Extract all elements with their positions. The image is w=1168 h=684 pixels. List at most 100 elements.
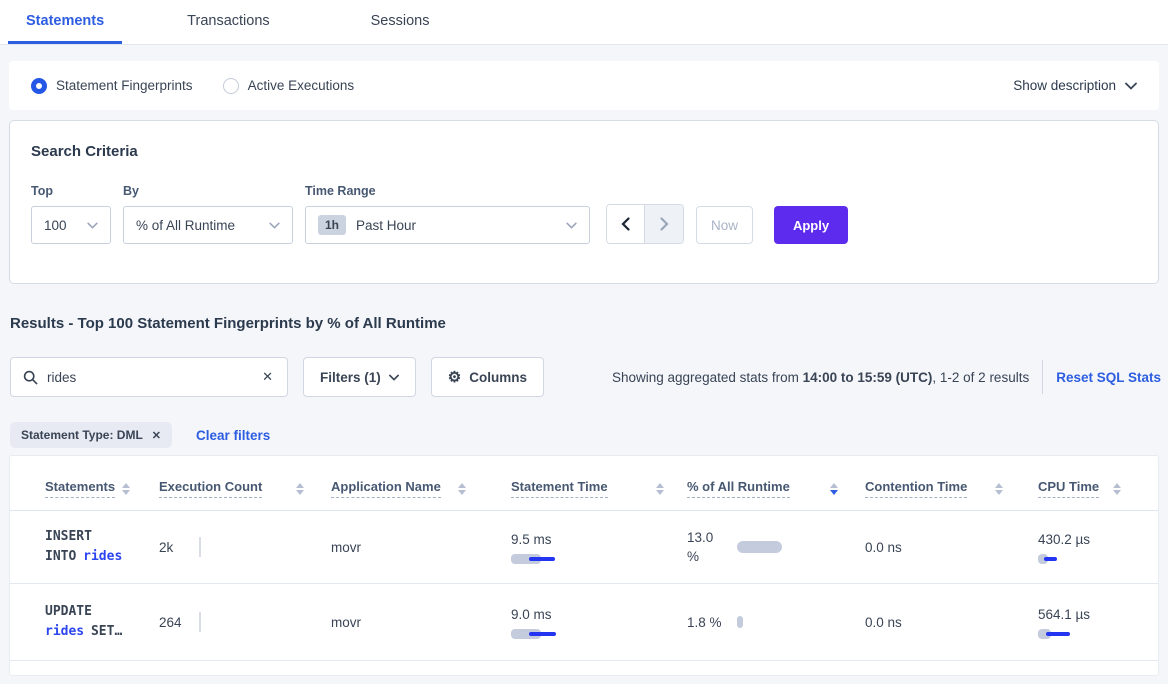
application-name-cell: movr: [322, 540, 502, 555]
search-criteria-panel: Search Criteria Top 100 By % of All Runt…: [9, 120, 1159, 284]
radio-label: Active Executions: [248, 78, 355, 93]
statement-time-bar: [511, 554, 571, 564]
by-label: By: [123, 184, 293, 198]
by-field: By % of All Runtime: [111, 184, 293, 244]
cpu-time-cell: 564.1 µs: [1029, 605, 1125, 639]
statement-link[interactable]: rides: [83, 549, 122, 564]
tab-sessions[interactable]: Sessions: [353, 0, 448, 44]
chevron-down-icon: [389, 374, 399, 381]
top-value: 100: [44, 218, 67, 233]
filter-pill-statement-type[interactable]: Statement Type: DML ✕: [10, 422, 172, 448]
column-header-contention-time[interactable]: Contention Time: [856, 479, 1029, 498]
cpu-time-bar: [1038, 554, 1088, 564]
statement-time-cell: 9.5 ms: [502, 530, 678, 564]
search-input[interactable]: [47, 370, 260, 385]
top-label: Top: [31, 184, 111, 198]
reset-sql-stats-link[interactable]: Reset SQL Stats: [1056, 370, 1161, 385]
now-button[interactable]: Now: [696, 206, 753, 244]
results-heading: Results - Top 100 Statement Fingerprints…: [10, 315, 446, 332]
radio-label: Statement Fingerprints: [56, 78, 193, 93]
previous-interval-button[interactable]: [607, 205, 645, 243]
time-range-label: Time Range: [305, 184, 590, 198]
execution-count-cell: 2k: [150, 537, 322, 557]
sql-activity-page: Statements Transactions Sessions Stateme…: [0, 0, 1168, 684]
cpu-time-bar: [1038, 629, 1088, 639]
search-icon: [23, 370, 38, 385]
clear-search-icon[interactable]: ✕: [260, 369, 275, 385]
sort-icon[interactable]: [995, 483, 1003, 495]
sort-icon[interactable]: [1113, 483, 1121, 495]
radio-active-executions[interactable]: Active Executions: [223, 78, 355, 94]
contention-time-cell: 0.0 ns: [856, 615, 1029, 630]
filters-button[interactable]: Filters (1): [303, 357, 416, 397]
execution-count-bar: [199, 612, 201, 632]
column-header-pct-of-all-runtime[interactable]: % of All Runtime: [678, 479, 856, 498]
pct-runtime-bar: [737, 541, 782, 553]
chevron-down-icon: [566, 222, 577, 229]
execution-count-bar: [199, 537, 201, 557]
top-select[interactable]: 100: [31, 206, 111, 244]
next-interval-button[interactable]: [645, 205, 683, 243]
applied-filters-row: Statement Type: DML ✕ Clear filters: [10, 422, 270, 448]
show-description-label: Show description: [1013, 78, 1116, 93]
by-select[interactable]: % of All Runtime: [123, 206, 293, 244]
pct-runtime-cell: 13.0 %: [678, 528, 856, 566]
statement-time-bar: [511, 629, 571, 639]
table-header-row: Statements Execution Count Application N…: [10, 456, 1158, 511]
statement-cell: INSERT INTO rides: [10, 527, 150, 567]
statement-link[interactable]: rides: [45, 624, 84, 639]
columns-button[interactable]: ⚙ Columns: [431, 357, 544, 397]
application-name-cell: movr: [322, 615, 502, 630]
by-value: % of All Runtime: [136, 218, 235, 233]
filters-button-label: Filters (1): [320, 370, 381, 385]
toolbar-right: Showing aggregated stats from 14:00 to 1…: [612, 360, 1161, 394]
search-box: ✕: [10, 357, 288, 397]
aggregated-stats-text: Showing aggregated stats from 14:00 to 1…: [612, 370, 1029, 385]
filter-pill-label: Statement Type: DML: [21, 428, 143, 442]
search-criteria-title: Search Criteria: [31, 143, 1137, 160]
table-row: INSERT INTO rides 2k movr 9.5 ms 13.0 %: [10, 511, 1158, 584]
radio-statement-fingerprints[interactable]: Statement Fingerprints: [31, 78, 193, 94]
show-description-toggle[interactable]: Show description: [1013, 78, 1137, 93]
top-field: Top 100: [31, 184, 111, 244]
column-header-application-name[interactable]: Application Name: [322, 479, 502, 498]
radio-unselected-icon: [223, 78, 239, 94]
contention-time-cell: 0.0 ns: [856, 540, 1029, 555]
column-header-cpu-time[interactable]: CPU Time: [1029, 479, 1125, 498]
statement-time-cell: 9.0 ms: [502, 605, 678, 639]
sort-icon-active[interactable]: [830, 483, 838, 495]
sort-icon[interactable]: [122, 483, 130, 495]
columns-button-label: Columns: [469, 370, 527, 385]
tab-transactions[interactable]: Transactions: [169, 0, 287, 44]
cpu-time-cell: 430.2 µs: [1029, 530, 1125, 564]
view-mode-card: Statement Fingerprints Active Executions…: [9, 61, 1159, 110]
divider: [1042, 360, 1043, 394]
apply-button[interactable]: Apply: [774, 206, 848, 244]
column-header-statement-time[interactable]: Statement Time: [502, 479, 678, 498]
pct-runtime-bar: [737, 616, 743, 628]
time-range-field: Time Range 1h Past Hour: [293, 184, 590, 244]
results-toolbar: ✕ Filters (1) ⚙ Columns Showing aggregat…: [10, 357, 1161, 397]
sort-icon[interactable]: [656, 483, 664, 495]
time-range-value: Past Hour: [356, 218, 416, 233]
time-range-badge: 1h: [318, 215, 346, 235]
statement-cell: UPDATE rides SET…: [10, 602, 150, 642]
column-header-execution-count[interactable]: Execution Count: [150, 479, 322, 498]
chevron-down-icon: [87, 222, 98, 229]
chevron-down-icon: [1125, 82, 1137, 90]
column-header-statements[interactable]: Statements: [10, 479, 150, 498]
gear-icon: ⚙: [448, 370, 461, 385]
tab-statements[interactable]: Statements: [8, 0, 122, 44]
table-row: UPDATE rides SET… 264 movr 9.0 ms 1.8 %: [10, 584, 1158, 661]
radio-selected-icon: [31, 78, 47, 94]
tab-bar: Statements Transactions Sessions: [0, 0, 1168, 45]
time-range-select[interactable]: 1h Past Hour: [305, 206, 590, 244]
sort-icon[interactable]: [458, 483, 466, 495]
execution-count-cell: 264: [150, 612, 322, 632]
clear-filters-link[interactable]: Clear filters: [196, 428, 270, 443]
sort-icon[interactable]: [296, 483, 304, 495]
chevron-down-icon: [269, 222, 280, 229]
statements-table: Statements Execution Count Application N…: [9, 455, 1159, 676]
remove-filter-icon[interactable]: ✕: [152, 429, 161, 442]
pct-runtime-cell: 1.8 %: [678, 613, 856, 632]
